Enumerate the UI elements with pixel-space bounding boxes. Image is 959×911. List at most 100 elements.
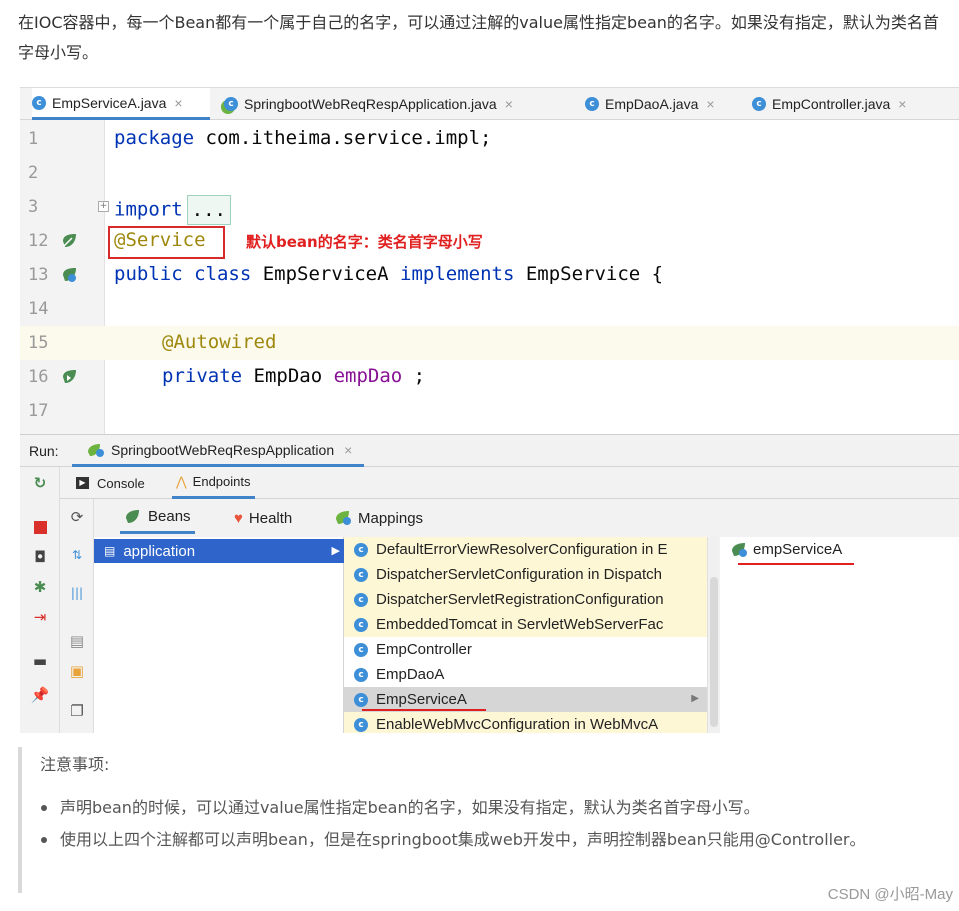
folded-imports[interactable]: ... — [186, 195, 231, 225]
tab-springbootwebreqrespapplication[interactable]: c SpringbootWebReqRespApplication.java × — [224, 88, 572, 119]
annotation-note: 默认bean的名字：类名首字母小写 — [246, 233, 483, 251]
intro-paragraph: 在IOC容器中，每一个Bean都有一个属于自己的名字，可以通过注解的value属… — [18, 13, 939, 62]
selected-bean-underline — [362, 709, 486, 711]
spring-autowired-gutter-icon[interactable] — [60, 368, 78, 386]
tab-health[interactable]: ♥ Health — [234, 502, 292, 534]
line-number: 15 — [28, 333, 49, 353]
class-icon: c — [32, 95, 46, 110]
endpoint-tab-label: Mappings — [358, 509, 424, 527]
editor-tab-bar: c EmpServiceA.java × c SpringbootWebReqR… — [20, 88, 959, 120]
camera-icon[interactable]: ◘ — [30, 547, 50, 567]
tab-label: EmpDaoA.java — [605, 95, 699, 112]
debug-bug-icon[interactable]: ✱ — [30, 577, 50, 597]
run-config-tab[interactable]: SpringbootWebReqRespApplication × — [72, 435, 365, 467]
bean-detail-name: empServiceA — [753, 541, 843, 558]
bean-list: c DefaultErrorViewResolverConfiguration i… — [344, 537, 707, 733]
layout-icon[interactable]: ▬ — [30, 651, 50, 671]
code-line-13: 13 public class EmpServiceA implements E… — [20, 258, 959, 292]
spring-bean-gutter-icon[interactable] — [60, 232, 78, 250]
tab-label: EmpServiceA.java — [52, 94, 167, 111]
line-number: 1 — [28, 129, 39, 149]
code-text: public class EmpServiceA implements EmpS… — [114, 263, 664, 285]
close-icon[interactable]: × — [505, 96, 513, 112]
code-line-2: 2 — [20, 156, 959, 190]
list-item[interactable]: c DispatcherServletRegistrationConfigurat… — [344, 587, 707, 612]
spring-bean-gutter-icon[interactable] — [60, 266, 78, 284]
tab-empcontroller[interactable]: c EmpController.java × — [752, 88, 942, 119]
expand-right-icon: ▶ — [331, 545, 340, 557]
close-icon[interactable]: × — [344, 442, 352, 458]
bean-list-scrollbar[interactable] — [707, 537, 719, 733]
line-number: 12 — [28, 231, 49, 251]
context-item-application[interactable]: ▤ application ▶ — [94, 539, 344, 563]
line-number: 14 — [28, 299, 49, 319]
list-item[interactable]: c EmpDaoA — [344, 662, 707, 687]
exit-icon[interactable]: ⇥ — [30, 607, 50, 627]
run-tool-window: Run: SpringbootWebReqRespApplication × ↻… — [20, 434, 959, 733]
bean-icon — [732, 542, 747, 557]
endpoint-tabs: Beans ♥ Health Mappings — [94, 499, 959, 537]
expand-right-icon: ▶ — [691, 693, 699, 704]
list-item[interactable]: c EmbeddedTomcat in ServletWebServerFac — [344, 612, 707, 637]
class-icon: c — [354, 717, 368, 732]
tab-label: EmpController.java — [772, 95, 891, 112]
close-icon[interactable]: × — [898, 96, 906, 112]
list-item[interactable]: c EnableWebMvcConfiguration in WebMvcA — [344, 712, 707, 733]
endpoints-toolbar: ⟳ ⇅ ||| ▤ ▣ ❐ — [60, 499, 94, 733]
sub-tab-label: Endpoints — [192, 474, 251, 489]
close-icon[interactable]: × — [706, 96, 714, 112]
context-icon[interactable]: ▣ — [67, 661, 87, 681]
diagram-icon[interactable]: ||| — [67, 583, 87, 603]
list-item[interactable]: c EmpController — [344, 637, 707, 662]
list-item[interactable]: c DispatcherServletConfiguration in Dispa… — [344, 562, 707, 587]
heart-icon: ♥ — [234, 509, 243, 527]
code-editor[interactable]: 1 package com.itheima.service.impl; 2 3 … — [20, 120, 959, 434]
list-item[interactable]: c DefaultErrorViewResolverConfiguration i… — [344, 537, 707, 562]
scrollbar-thumb[interactable] — [710, 577, 718, 727]
class-icon: c — [354, 692, 368, 707]
close-icon[interactable]: × — [174, 95, 182, 111]
rerun-icon[interactable]: ↻ — [30, 473, 50, 493]
copy-icon[interactable]: ❐ — [67, 701, 87, 721]
code-line-16: 16 private EmpDao empDao ; — [20, 360, 959, 394]
refresh-icon[interactable]: ⟳ — [67, 507, 87, 527]
bean-name-underline — [738, 563, 854, 565]
bean-detail-item[interactable]: empServiceA — [730, 541, 842, 558]
endpoint-tab-label: Beans — [148, 508, 191, 525]
code-line-12: 12 @Service 默认bean的名字：类名首字母小写 — [20, 224, 959, 259]
note-title: 注意事项: — [40, 755, 110, 774]
run-header: Run: SpringbootWebReqRespApplication × — [20, 435, 959, 467]
class-icon: c — [354, 567, 368, 582]
note-item: 声明bean的时候，可以通过value属性指定bean的名字，如果没有指定，默认… — [41, 793, 940, 823]
tab-empservicea[interactable]: c EmpServiceA.java × — [32, 88, 210, 120]
tab-label: SpringbootWebReqRespApplication.java — [244, 95, 497, 112]
note-item: 使用以上四个注解都可以声明bean，但是在springboot集成web开发中，… — [41, 825, 940, 855]
code-text: @Autowired — [162, 331, 277, 353]
tab-endpoints[interactable]: ⋀ Endpoints — [172, 467, 255, 499]
fold-toggle[interactable]: + — [98, 201, 109, 212]
context-list: ▤ application ▶ — [94, 537, 344, 733]
service-annotation-highlight-box — [108, 226, 225, 259]
tab-beans[interactable]: Beans — [120, 502, 195, 534]
pin-icon[interactable]: 📌 — [30, 685, 50, 705]
class-icon: c — [354, 542, 368, 557]
run-left-toolbar: ↻ ◘ ✱ ⇥ ▬ 📌 — [20, 467, 60, 733]
spring-boot-class-icon: c — [224, 96, 238, 111]
tab-console[interactable]: ▶ Console — [76, 467, 145, 499]
console-icon: ▶ — [76, 477, 89, 489]
tab-mappings[interactable]: Mappings — [334, 502, 423, 534]
line-number: 16 — [28, 367, 49, 387]
line-number: 13 — [28, 265, 49, 285]
code-line-3: 3 + import... — [20, 190, 959, 225]
sort-icon[interactable]: ⇅ — [67, 545, 87, 565]
library-icon[interactable]: ▤ — [67, 631, 87, 651]
code-text: private EmpDao empDao ; — [162, 365, 426, 387]
spring-boot-run-icon — [88, 443, 104, 457]
line-number: 3 — [28, 197, 39, 217]
run-config-label: SpringbootWebReqRespApplication — [111, 441, 335, 458]
stop-icon[interactable] — [30, 517, 50, 537]
note-block: 注意事项: 声明bean的时候，可以通过value属性指定bean的名字，如果没… — [18, 747, 959, 893]
code-line-14: 14 — [20, 292, 959, 326]
tab-empdaoa[interactable]: c EmpDaoA.java × — [585, 88, 739, 119]
code-text: package com.itheima.service.impl; — [114, 127, 492, 149]
